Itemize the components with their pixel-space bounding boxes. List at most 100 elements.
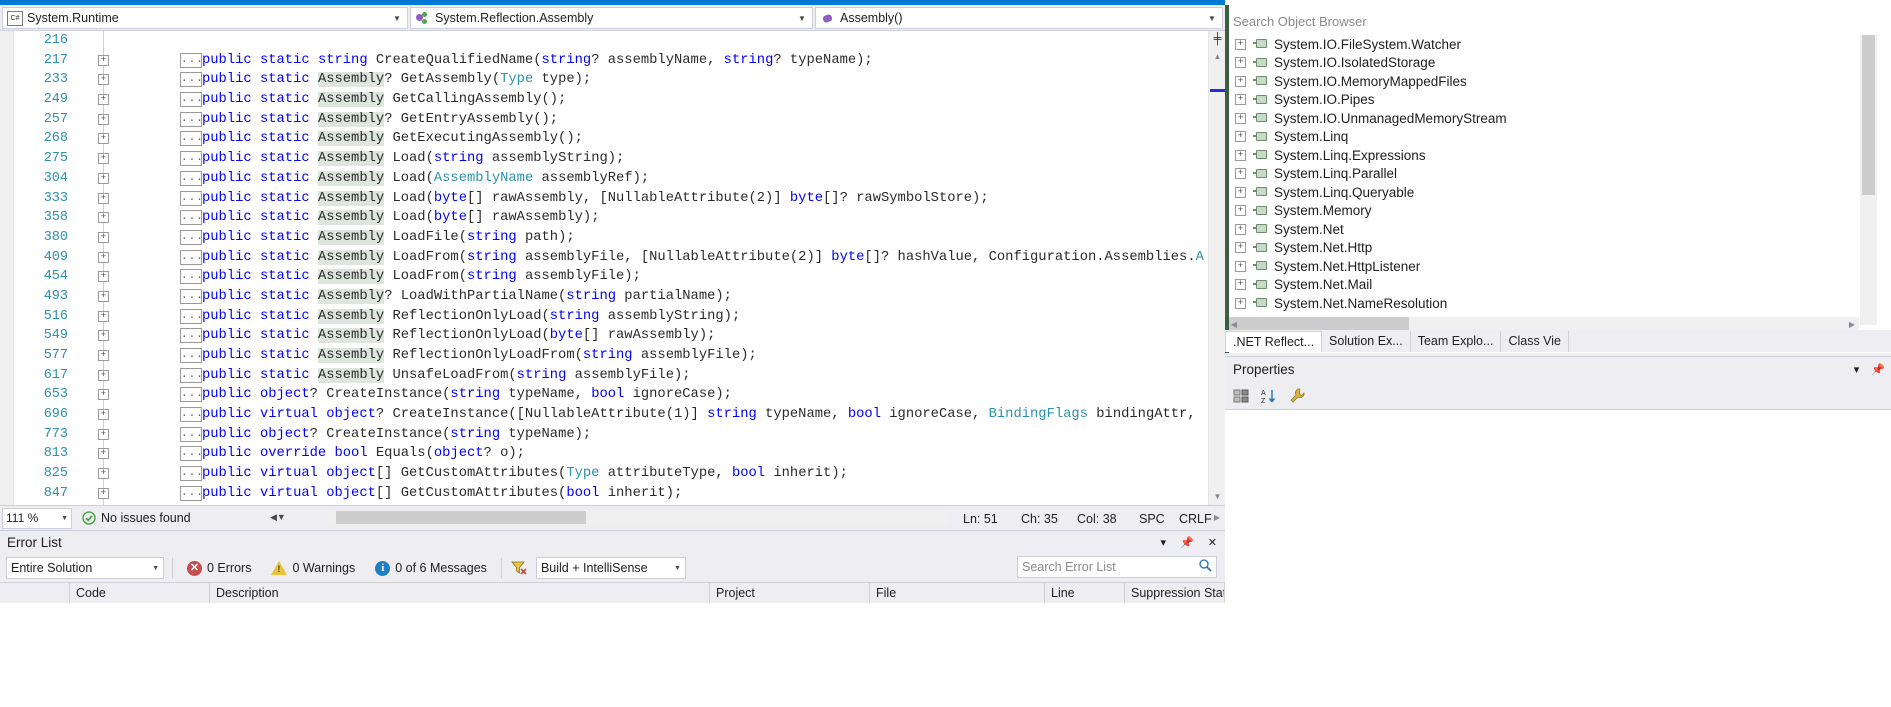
outline-expand-icon[interactable] (98, 428, 109, 440)
outline-expand-icon[interactable] (98, 310, 109, 322)
object-browser-node[interactable]: System.Net.NameResolution (1229, 294, 1859, 313)
warnings-filter-button[interactable]: 0 Warnings (265, 557, 361, 579)
expand-icon[interactable] (1235, 242, 1246, 254)
outline-expand-icon[interactable] (98, 113, 109, 125)
outline-expand-icon[interactable] (98, 487, 109, 499)
expand-icon[interactable] (1235, 186, 1246, 198)
scope-filter-dropdown[interactable]: Entire Solution ▼ (6, 557, 164, 579)
panel-tab[interactable]: Solution Ex... (1322, 331, 1411, 352)
expand-icon[interactable] (1235, 94, 1246, 106)
object-browser-node[interactable]: System.Net.HttpListener (1229, 257, 1859, 276)
outline-expand-icon[interactable] (98, 448, 109, 460)
outline-expand-icon[interactable] (98, 74, 109, 86)
outline-expand-icon[interactable] (98, 369, 109, 381)
error-list-rows[interactable] (0, 603, 1225, 707)
expand-icon[interactable] (1235, 112, 1246, 124)
object-browser-node[interactable]: System.Linq.Queryable (1229, 183, 1859, 202)
collapsed-region-ellipsis[interactable]: ... (180, 308, 203, 324)
panel-tab[interactable]: Class Vie (1501, 331, 1570, 352)
code-line[interactable]: 275...public static Assembly Load(string… (0, 147, 1200, 172)
expand-icon[interactable] (1235, 223, 1246, 235)
scroll-up-icon[interactable]: ▲ (1209, 49, 1226, 65)
collapsed-region-ellipsis[interactable]: ... (180, 229, 203, 245)
collapsed-region-ellipsis[interactable]: ... (180, 249, 203, 265)
expand-icon[interactable] (1235, 297, 1246, 309)
error-list-search-input[interactable]: Search Error List (1017, 556, 1217, 578)
column-header[interactable]: Suppression State (1125, 582, 1225, 604)
expand-icon[interactable] (1235, 149, 1246, 161)
alphabetical-icon[interactable]: A Z (1259, 386, 1279, 406)
code-line[interactable]: 216 (0, 31, 1200, 53)
column-header[interactable]: Line (1045, 582, 1125, 604)
hscroll-right-icon[interactable]: ▶ (1210, 509, 1224, 526)
collapsed-region-ellipsis[interactable]: ... (180, 151, 203, 167)
outline-expand-icon[interactable] (98, 409, 109, 421)
editor-vertical-scrollbar[interactable]: ╪ ▲ ▼ (1208, 31, 1226, 505)
panel-dropdown-icon[interactable]: ▾ (1854, 363, 1860, 376)
build-filter-dropdown[interactable]: Build + IntelliSense ▼ (535, 557, 686, 579)
outline-expand-icon[interactable] (98, 54, 109, 66)
navbar-type-dropdown[interactable]: System.Reflection.Assembly ▼ (410, 7, 813, 29)
filter-icon[interactable] (510, 559, 528, 577)
expand-icon[interactable] (1235, 57, 1246, 69)
object-browser-node[interactable]: System.Memory (1229, 202, 1859, 221)
column-header[interactable]: File (870, 582, 1045, 604)
outline-expand-icon[interactable] (98, 251, 109, 263)
object-browser-node[interactable]: System.Linq (1229, 128, 1859, 147)
collapsed-region-ellipsis[interactable]: ... (180, 170, 203, 186)
expand-icon[interactable] (1235, 205, 1246, 217)
object-browser-node[interactable]: System.Linq.Parallel (1229, 165, 1859, 184)
panel-tab[interactable]: Team Explo... (1410, 331, 1502, 352)
code-line[interactable]: 493...public static Assembly? LoadWithPa… (0, 284, 1200, 309)
collapsed-region-ellipsis[interactable]: ... (180, 288, 203, 304)
code-line[interactable]: 304...public static Assembly Load(Assemb… (0, 166, 1200, 191)
object-browser-vscrollbar[interactable] (1860, 35, 1877, 325)
object-browser-node[interactable]: System.Net.Http (1229, 239, 1859, 258)
code-line[interactable]: 813...public override bool Equals(object… (0, 442, 1200, 467)
object-browser-node[interactable]: System.IO.UnmanagedMemoryStream (1229, 109, 1859, 128)
collapsed-region-ellipsis[interactable]: ... (180, 131, 203, 147)
object-browser-node[interactable]: System.IO.MemoryMappedFiles (1229, 72, 1859, 91)
object-browser-node[interactable]: System.IO.Pipes (1229, 91, 1859, 110)
expand-icon[interactable] (1235, 38, 1246, 50)
errors-filter-button[interactable]: ✕ 0 Errors (181, 557, 257, 579)
code-line[interactable]: 454...public static Assembly LoadFrom(st… (0, 265, 1200, 290)
outline-expand-icon[interactable] (98, 350, 109, 361)
scroll-down-icon[interactable]: ▼ (1209, 489, 1226, 505)
code-line[interactable]: 268...public static Assembly GetExecutin… (0, 127, 1200, 152)
object-browser-node[interactable]: System.IO.FileSystem.Watcher (1229, 35, 1859, 54)
code-line[interactable]: 380...public static Assembly LoadFile(st… (0, 225, 1200, 250)
collapsed-region-ellipsis[interactable]: ... (180, 446, 203, 462)
panel-tab[interactable]: .NET Reflect... (1225, 331, 1323, 352)
object-browser-node[interactable]: System.Net.Mail (1229, 276, 1859, 295)
scrollbar-thumb[interactable] (1862, 35, 1875, 195)
issues-indicator[interactable]: No issues found (82, 511, 191, 525)
outline-expand-icon[interactable] (98, 231, 109, 243)
column-header[interactable] (0, 582, 70, 604)
object-browser-node[interactable]: System.IO.IsolatedStorage (1229, 54, 1859, 73)
code-line[interactable]: 577...public static Assembly ReflectionO… (0, 344, 1200, 368)
column-header[interactable]: Description (210, 582, 710, 604)
close-icon[interactable]: ✕ (1208, 536, 1217, 549)
code-line[interactable]: 516...public static Assembly ReflectionO… (0, 304, 1200, 329)
hscroll-thumb[interactable] (336, 511, 586, 524)
categorized-icon[interactable] (1231, 386, 1251, 406)
object-browser-node[interactable]: System.Linq.Expressions (1229, 146, 1859, 165)
code-line[interactable]: 549...public static Assembly ReflectionO… (0, 324, 1200, 349)
outline-expand-icon[interactable] (98, 389, 109, 401)
collapsed-region-ellipsis[interactable]: ... (180, 210, 203, 226)
outline-expand-icon[interactable] (98, 133, 109, 145)
object-browser-tree[interactable]: System.IO.FileSystem.Watcher System.IO.Is… (1229, 35, 1859, 320)
collapsed-region-ellipsis[interactable]: ... (180, 111, 203, 127)
collapsed-region-ellipsis[interactable]: ... (180, 269, 203, 285)
properties-grid[interactable] (1225, 410, 1891, 707)
code-line[interactable]: 409...public static Assembly LoadFrom(st… (0, 245, 1204, 270)
collapsed-region-ellipsis[interactable]: ... (180, 348, 203, 363)
collapsed-region-ellipsis[interactable]: ... (180, 92, 203, 108)
collapsed-region-ellipsis[interactable]: ... (180, 485, 203, 501)
outline-expand-icon[interactable] (98, 153, 109, 165)
code-line[interactable]: 847...public virtual object[] GetCustomA… (0, 481, 1200, 505)
zoom-level-selector[interactable]: 111 % ▼ (2, 507, 72, 529)
editor-horizontal-scroll-area[interactable]: ◀▼ ◀ ▶ (270, 507, 1220, 528)
messages-filter-button[interactable]: i 0 of 6 Messages (369, 557, 493, 579)
